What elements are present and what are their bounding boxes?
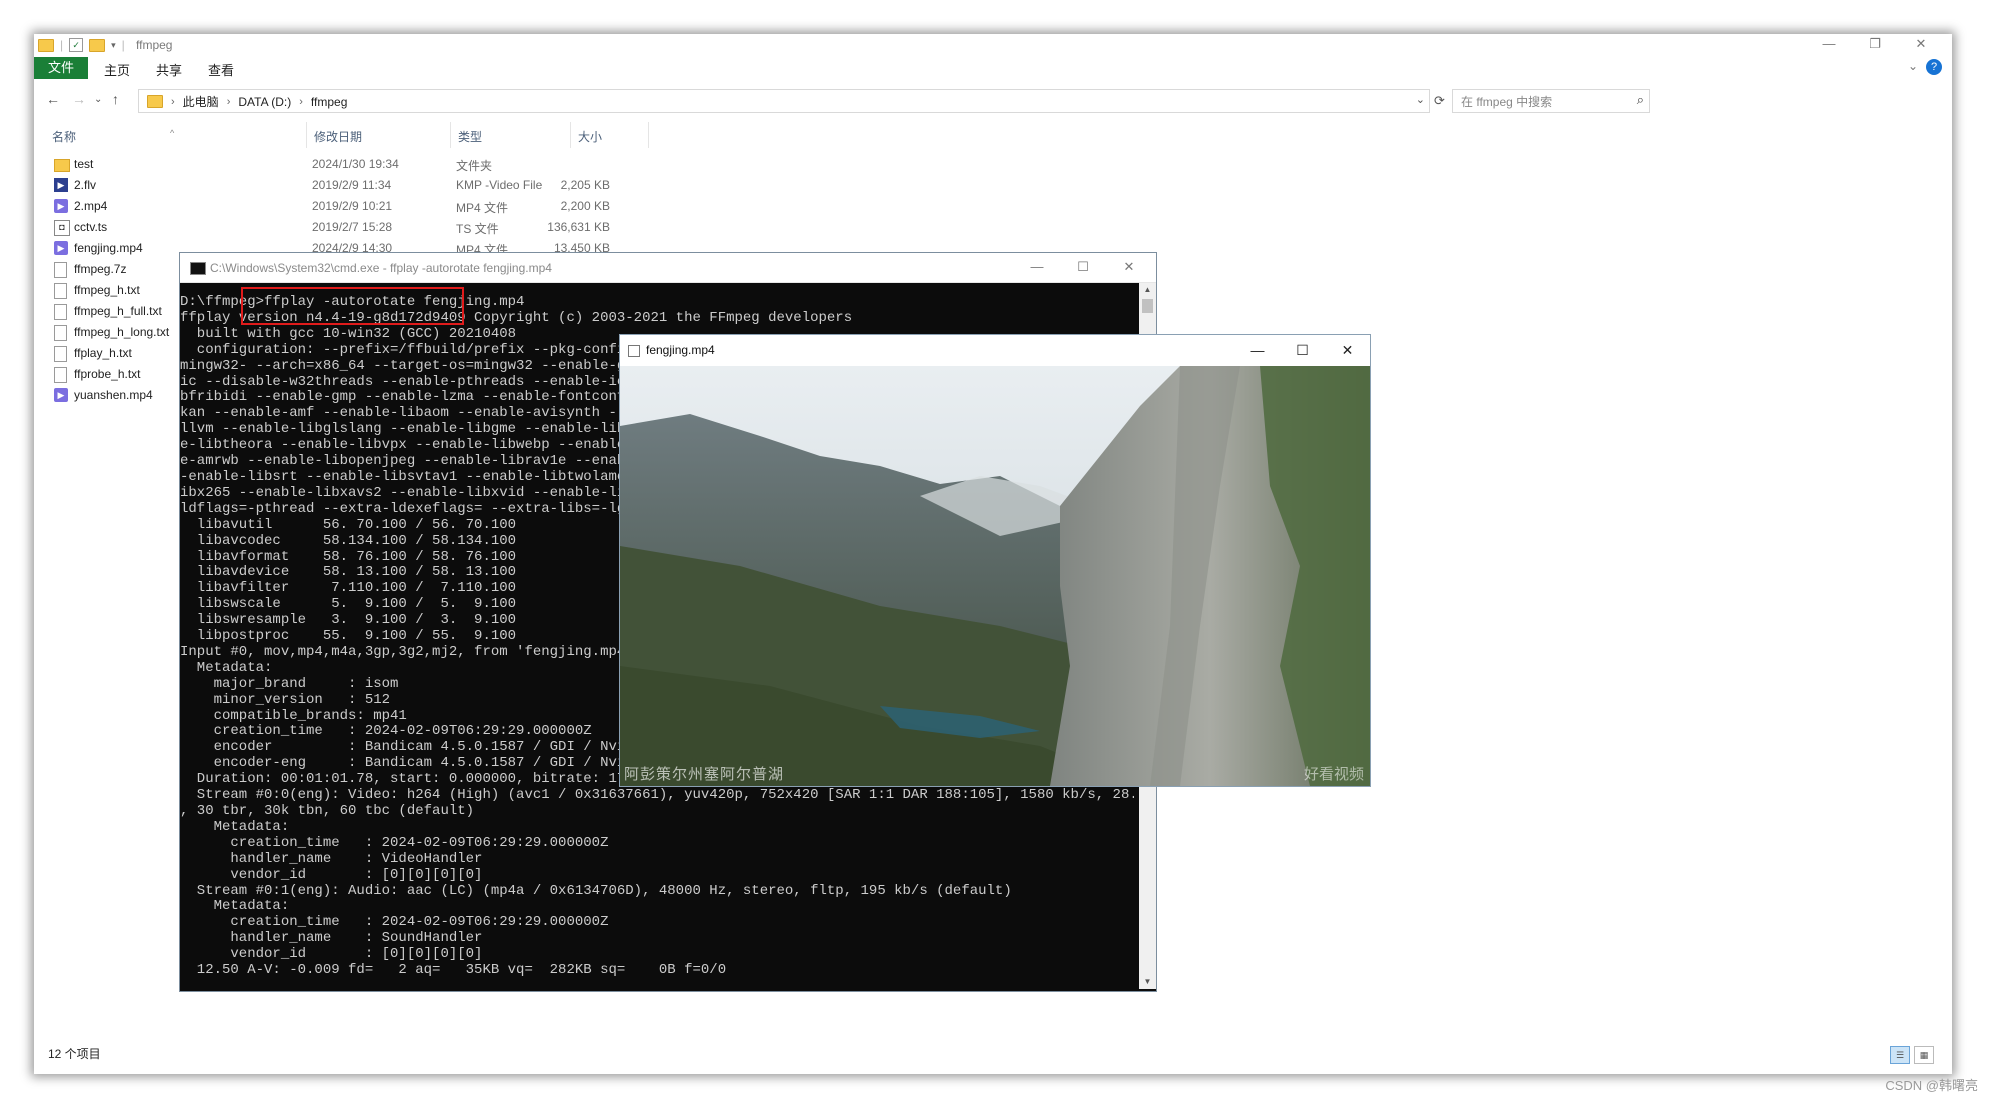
close-button[interactable]: ✕	[1325, 335, 1370, 366]
column-name[interactable]: 名称	[52, 128, 76, 145]
status-item-count: 12 个项目	[48, 1047, 101, 1061]
page-watermark: CSDN @韩曙亮	[1885, 1078, 1978, 1093]
document-icon	[54, 325, 67, 341]
address-row: ← → ⌄ ↑ › 此电脑 › DATA (D:) › ffmpeg ⌄ ⟳ 在…	[34, 86, 1952, 114]
close-button[interactable]: ✕	[1106, 253, 1152, 282]
console-icon	[190, 262, 206, 275]
mp4-icon: ▶	[54, 241, 68, 255]
folder-icon	[147, 95, 163, 108]
back-arrow-icon[interactable]: ←	[46, 91, 60, 107]
column-type[interactable]: 类型	[458, 128, 482, 145]
breadcrumb-drive[interactable]: DATA (D:)	[238, 95, 291, 109]
tab-home[interactable]: 主页	[104, 60, 130, 79]
tab-file[interactable]: 文件	[34, 57, 88, 79]
restore-button[interactable]: ❐	[1852, 34, 1898, 56]
maximize-button[interactable]: ☐	[1060, 253, 1106, 282]
video-watermark: 好看视频	[1303, 766, 1364, 783]
file-row[interactable]: ▶ 2.mp4 2019/2/9 10:21 MP4 文件 2,200 KB	[34, 196, 654, 217]
minimize-button[interactable]: —	[1014, 253, 1060, 282]
tab-view[interactable]: 查看	[208, 60, 234, 79]
ribbon: 文件 主页 共享 查看 ⌄ ?	[34, 57, 1952, 79]
command-highlight-box	[241, 287, 464, 325]
folder-icon	[38, 38, 54, 52]
maximize-button[interactable]: ☐	[1280, 335, 1325, 366]
tab-share[interactable]: 共享	[156, 60, 182, 79]
forward-arrow-icon[interactable]: →	[72, 91, 86, 107]
mountain-landscape-image	[620, 366, 1370, 786]
column-headers: ^ 名称 修改日期 类型 大小	[34, 122, 654, 148]
scroll-down-icon[interactable]: ▼	[1139, 975, 1156, 989]
details-view-icon[interactable]: ☰	[1890, 1046, 1910, 1064]
document-icon	[54, 262, 67, 278]
minimize-button[interactable]: —	[1235, 335, 1280, 366]
scrollbar-thumb[interactable]	[1142, 299, 1153, 313]
column-size[interactable]: 大小	[578, 128, 602, 145]
kmp-video-icon: ▶	[54, 178, 68, 192]
window-controls: — ❐ ✕	[1806, 34, 1944, 56]
window-icon	[628, 345, 640, 357]
properties-icon[interactable]: ✓	[69, 38, 84, 52]
player-window-controls: — ☐ ✕	[1235, 335, 1370, 366]
document-icon	[54, 346, 67, 362]
breadcrumb-ffmpeg[interactable]: ffmpeg	[311, 95, 347, 109]
file-row[interactable]: test 2024/1/30 19:34 文件夹	[34, 154, 654, 175]
cmd-titlebar: C:\Windows\System32\cmd.exe - ffplay -au…	[180, 253, 1156, 283]
explorer-titlebar: | ✓ ▾ | ffmpeg — ❐ ✕	[34, 34, 1952, 56]
new-folder-icon[interactable]	[89, 38, 106, 52]
large-icons-view-icon[interactable]: ▦	[1914, 1046, 1934, 1064]
cmd-window-controls: — ☐ ✕	[1014, 253, 1152, 282]
refresh-icon[interactable]: ⟳	[1434, 93, 1445, 109]
breadcrumb-this-pc[interactable]: 此电脑	[183, 93, 219, 110]
view-toggle: ☰ ▦	[1890, 1046, 1934, 1064]
search-icon[interactable]: ⌕	[1637, 92, 1644, 108]
video-subtitle: 阿彭策尔州塞阿尔普湖	[624, 766, 785, 783]
sort-ascending-icon: ^	[170, 128, 175, 138]
document-icon	[54, 304, 67, 320]
chevron-right-icon[interactable]: ›	[171, 96, 175, 108]
search-input[interactable]: 在 ffmpeg 中搜索 ⌕	[1452, 89, 1650, 113]
recent-locations-icon[interactable]: ⌄	[94, 94, 102, 105]
expand-ribbon-icon[interactable]: ⌄	[1908, 59, 1918, 73]
address-bar[interactable]: › 此电脑 › DATA (D:) › ffmpeg ⌄	[138, 89, 1430, 113]
close-button[interactable]: ✕	[1898, 34, 1944, 56]
video-frame[interactable]: 阿彭策尔州塞阿尔普湖 好看视频	[620, 366, 1370, 786]
quick-access-toolbar: | ✓ ▾ |	[38, 38, 125, 52]
mp4-icon: ▶	[54, 388, 68, 402]
up-arrow-icon[interactable]: ↑	[112, 91, 119, 107]
chevron-right-icon[interactable]: ›	[227, 96, 231, 108]
window-title: ffmpeg	[136, 38, 173, 52]
document-icon	[54, 283, 67, 299]
folder-icon	[54, 159, 70, 172]
video-player-window: fengjing.mp4 — ☐ ✕ 阿彭策尔州塞阿尔普湖 好看视频	[619, 334, 1371, 787]
file-row[interactable]: ◘ cctv.ts 2019/2/7 15:28 TS 文件 136,631 K…	[34, 217, 654, 238]
file-row[interactable]: ▶ 2.flv 2019/2/9 11:34 KMP -Video File 2…	[34, 175, 654, 196]
ts-icon: ◘	[54, 220, 70, 236]
customize-toolbar-icon[interactable]: ▾	[111, 40, 116, 51]
player-titlebar: fengjing.mp4 — ☐ ✕	[620, 335, 1370, 366]
mp4-icon: ▶	[54, 199, 68, 213]
minimize-button[interactable]: —	[1806, 34, 1852, 56]
chevron-down-icon[interactable]: ⌄	[1416, 93, 1425, 106]
help-icon[interactable]: ?	[1926, 59, 1942, 75]
document-icon	[54, 367, 67, 383]
cmd-title: C:\Windows\System32\cmd.exe - ffplay -au…	[210, 261, 552, 275]
chevron-right-icon[interactable]: ›	[299, 96, 303, 108]
player-title: fengjing.mp4	[646, 343, 715, 357]
scroll-up-icon[interactable]: ▲	[1139, 283, 1156, 297]
column-date[interactable]: 修改日期	[314, 128, 362, 145]
